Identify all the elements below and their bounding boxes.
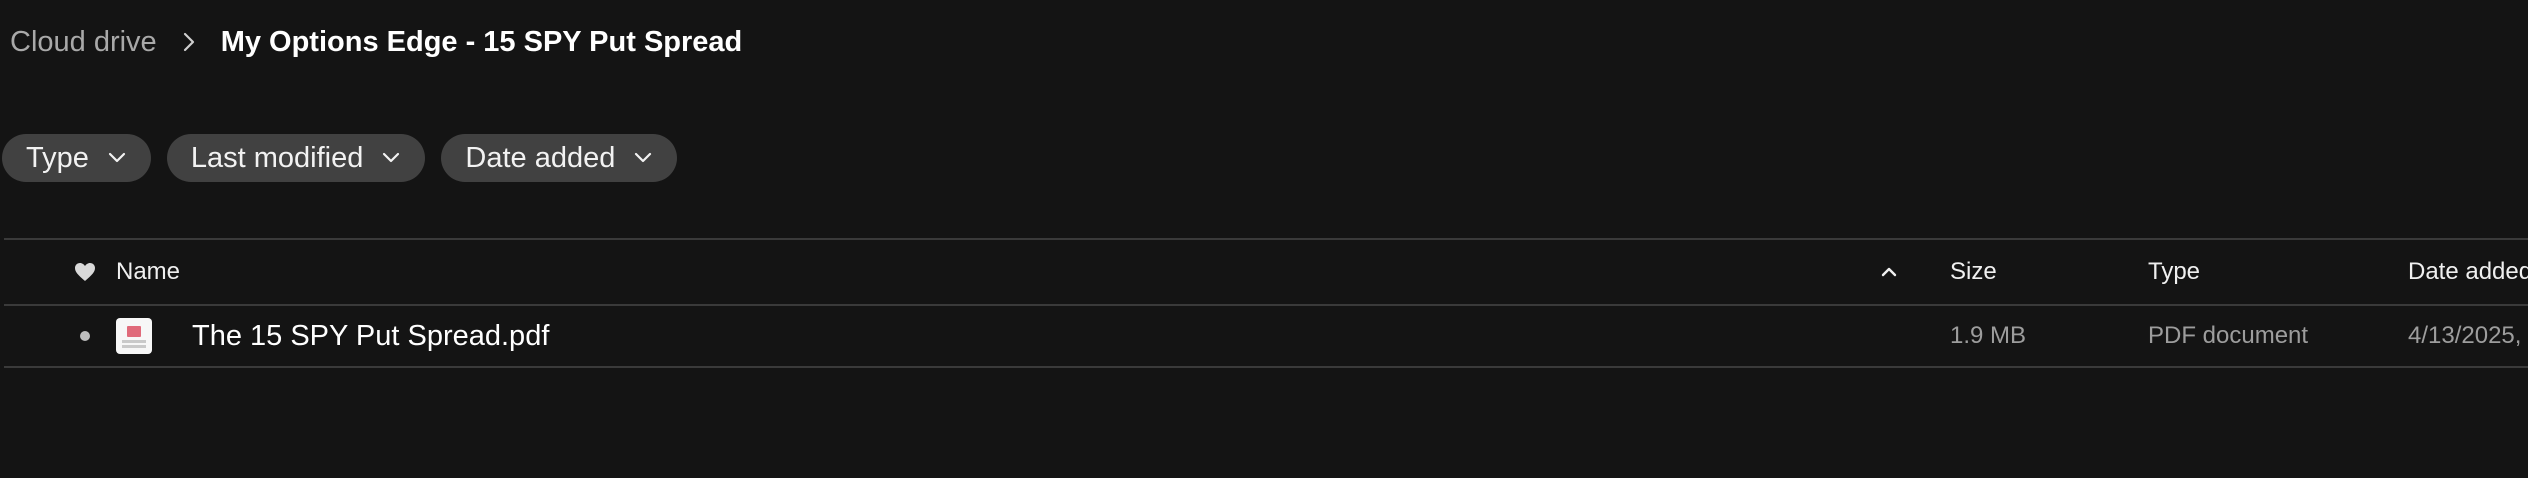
table-row[interactable]: The 15 SPY Put Spread.pdf 1.9 MB PDF doc…: [4, 306, 2528, 368]
column-header-size[interactable]: Size: [1950, 240, 1997, 304]
table-header: Name Size Type Date added: [4, 238, 2528, 306]
breadcrumb-root-link[interactable]: Cloud drive: [10, 26, 157, 59]
filter-date-added-button[interactable]: Date added: [441, 134, 678, 182]
dot-icon: [80, 331, 90, 341]
breadcrumb-current-folder: My Options Edge - 15 SPY Put Spread: [220, 25, 743, 58]
drive-page: Cloud drive My Options Edge - 15 SPY Put…: [0, 0, 2528, 478]
filter-bar: Type Last modified Date added: [2, 134, 678, 182]
filter-label: Last modified: [190, 141, 364, 174]
heart-icon[interactable]: [70, 240, 100, 304]
file-name-cell[interactable]: The 15 SPY Put Spread.pdf: [116, 306, 549, 366]
chevron-down-icon: [107, 152, 127, 164]
filter-type-button[interactable]: Type: [2, 134, 151, 182]
pdf-file-icon: [116, 318, 152, 354]
column-header-date-added[interactable]: Date added: [2408, 240, 2528, 304]
file-table: Name Size Type Date added The 15 SPY Put…: [4, 238, 2528, 368]
filter-label: Date added: [465, 141, 616, 174]
chevron-right-icon: [157, 18, 221, 66]
chevron-up-icon[interactable]: [1880, 240, 1898, 304]
column-header-type[interactable]: Type: [2148, 240, 2200, 304]
column-header-name[interactable]: Name: [116, 240, 180, 304]
file-type: PDF document: [2148, 322, 2309, 349]
chevron-down-icon: [633, 152, 653, 164]
filter-label: Type: [26, 141, 89, 174]
filter-last-modified-button[interactable]: Last modified: [166, 134, 426, 182]
file-date-added: 4/13/2025,: [2408, 322, 2522, 349]
chevron-down-icon: [381, 152, 401, 164]
favorite-dot-indicator[interactable]: [70, 306, 100, 366]
file-name: The 15 SPY Put Spread.pdf: [192, 319, 550, 352]
file-size: 1.9 MB: [1950, 322, 2027, 349]
breadcrumb: Cloud drive My Options Edge - 15 SPY Put…: [10, 18, 742, 66]
